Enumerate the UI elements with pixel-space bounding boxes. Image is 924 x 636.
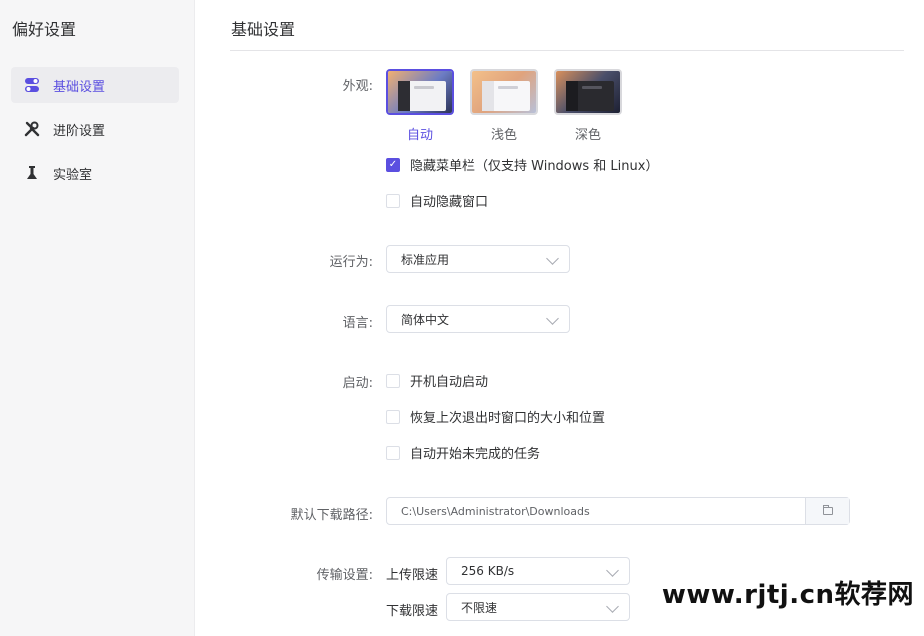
- select-value: 简体中文: [401, 312, 450, 327]
- startup-label: 启动:: [342, 376, 373, 391]
- tools-icon: [23, 120, 41, 138]
- download-limit-select[interactable]: 不限速: [446, 593, 630, 621]
- folder-icon: [822, 505, 833, 515]
- upload-limit-select[interactable]: 256 KB/s: [446, 557, 630, 585]
- checkbox-label: 开机自动启动: [410, 375, 489, 390]
- chevron-down-icon: [606, 600, 619, 613]
- checkbox-label: 隐藏菜单栏（仅支持 Windows 和 Linux）: [410, 159, 659, 174]
- download-limit-label: 下载限速: [386, 604, 439, 619]
- run-as-select[interactable]: 标准应用: [386, 245, 570, 273]
- theme-label: 深色: [574, 128, 601, 143]
- sidebar-item-advanced[interactable]: 进阶设置: [11, 111, 179, 147]
- sidebar-item-label: 实验室: [53, 167, 93, 183]
- app-title: 偏好设置: [12, 20, 77, 39]
- upload-limit-label: 上传限速: [386, 568, 439, 583]
- select-value: 256 KB/s: [461, 564, 515, 578]
- sidebar-item-basic[interactable]: 基础设置: [11, 67, 179, 103]
- run-as-label: 运行为:: [329, 255, 373, 270]
- checkbox-box: [386, 409, 400, 424]
- sidebar-item-label: 进阶设置: [53, 123, 106, 139]
- transfer-label: 传输设置:: [316, 568, 373, 583]
- resume-tasks-checkbox[interactable]: 自动开始未完成的任务: [386, 443, 540, 462]
- checkbox-box: [386, 445, 400, 460]
- toggle-icon: [23, 76, 41, 94]
- language-label: 语言:: [342, 316, 373, 331]
- language-select[interactable]: 简体中文: [386, 305, 570, 333]
- theme-dark[interactable]: 深色: [554, 69, 622, 143]
- theme-auto[interactable]: 自动: [386, 69, 454, 143]
- watermark: www.rjtj.cn软荐网: [661, 580, 914, 610]
- checkbox-label: 自动开始未完成的任务: [410, 447, 541, 462]
- flask-icon: [23, 164, 41, 182]
- theme-label: 浅色: [490, 128, 517, 143]
- sidebar: 偏好设置 基础设置 进阶设置 实验室: [0, 0, 195, 636]
- sidebar-nav: 基础设置 进阶设置 实验室: [11, 67, 179, 199]
- theme-label: 自动: [406, 128, 433, 143]
- chevron-down-icon: [546, 252, 559, 265]
- theme-light-preview: [470, 69, 538, 115]
- checkbox-label: 恢复上次退出时窗口的大小和位置: [410, 411, 606, 426]
- download-path-label: 默认下载路径:: [290, 508, 373, 523]
- chevron-down-icon: [606, 564, 619, 577]
- sidebar-item-label: 基础设置: [53, 79, 106, 95]
- theme-dark-preview: [554, 69, 622, 115]
- settings-panel: 基础设置 外观: 自动 浅色 深色 ✓ 隐藏菜单栏（仅支持 Windows 和 …: [196, 0, 924, 636]
- appearance-label: 外观:: [342, 79, 373, 94]
- checkbox-box: [386, 193, 400, 208]
- hide-menu-bar-checkbox[interactable]: ✓ 隐藏菜单栏（仅支持 Windows 和 Linux）: [386, 155, 658, 174]
- checkbox-box: [386, 373, 400, 388]
- page-title: 基础设置: [231, 20, 296, 39]
- checkbox-label: 自动隐藏窗口: [410, 195, 489, 210]
- sidebar-item-lab[interactable]: 实验室: [11, 155, 179, 191]
- auto-hide-window-checkbox[interactable]: 自动隐藏窗口: [386, 191, 488, 210]
- divider: [230, 50, 904, 51]
- theme-auto-preview: [386, 69, 454, 115]
- chevron-down-icon: [546, 312, 559, 325]
- select-value: 标准应用: [401, 252, 450, 267]
- download-path-input[interactable]: [387, 498, 805, 524]
- restore-window-checkbox[interactable]: 恢复上次退出时窗口的大小和位置: [386, 407, 605, 426]
- checkmark-icon: ✓: [386, 157, 400, 172]
- download-path-field: [386, 497, 850, 525]
- select-value: 不限速: [461, 600, 498, 615]
- theme-light[interactable]: 浅色: [470, 69, 538, 143]
- auto-launch-checkbox[interactable]: 开机自动启动: [386, 371, 488, 390]
- folder-browse-button[interactable]: [805, 498, 849, 524]
